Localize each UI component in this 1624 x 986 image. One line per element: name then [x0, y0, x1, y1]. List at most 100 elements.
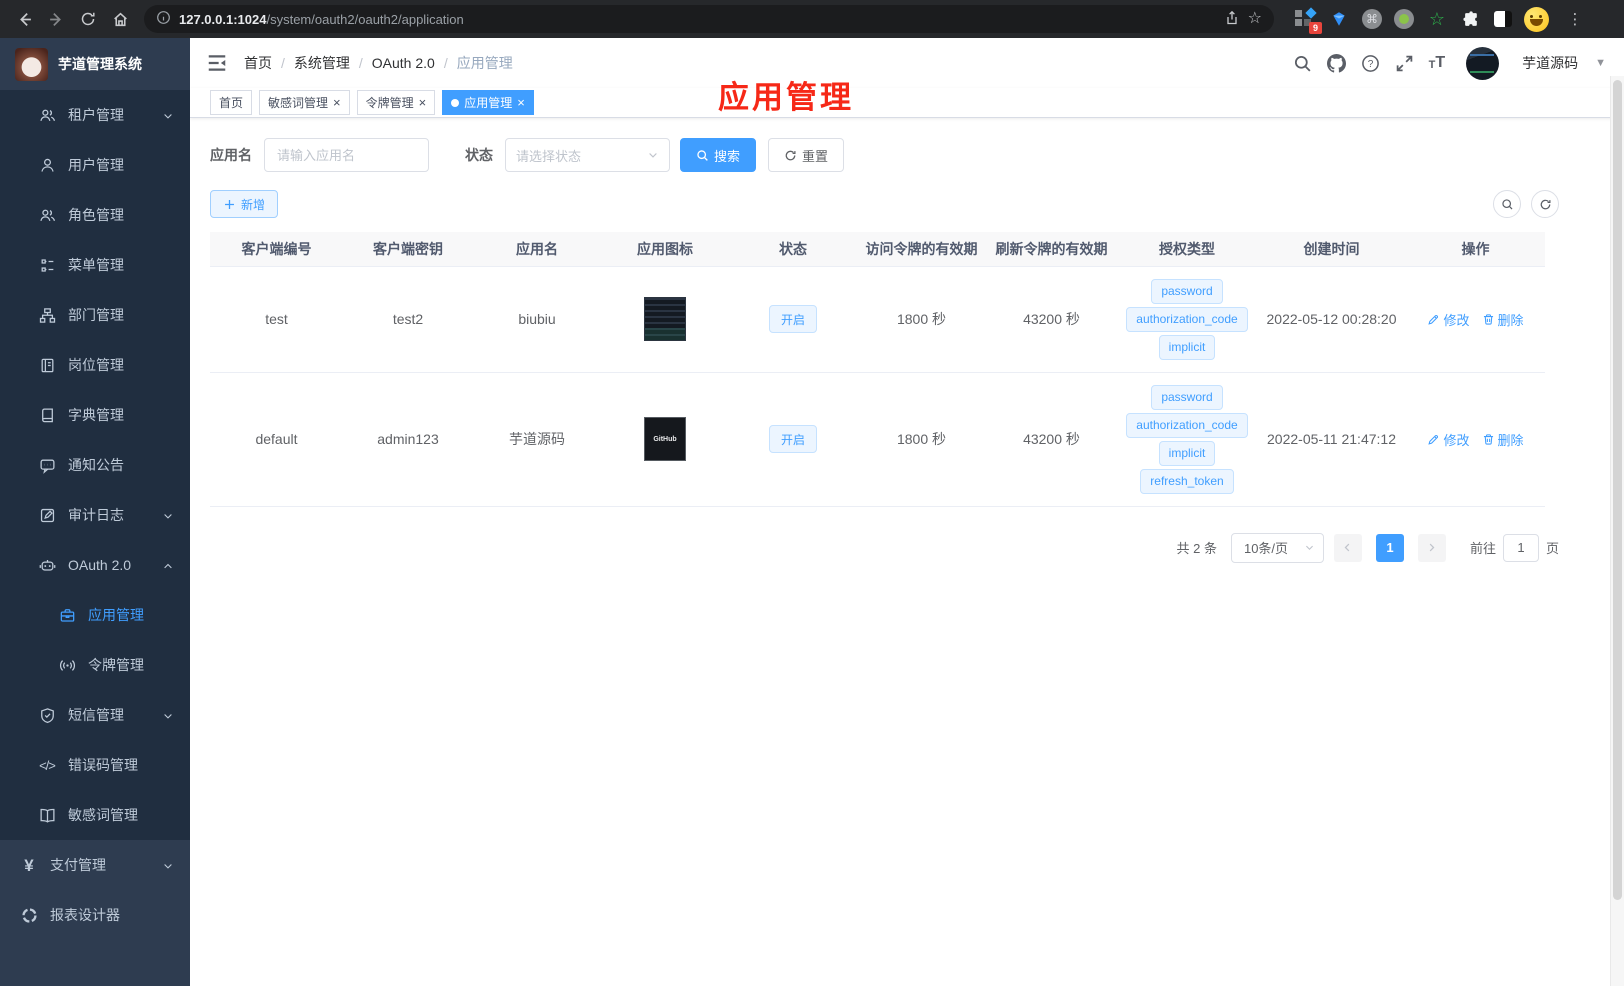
tab-application[interactable]: 应用管理 ×	[442, 90, 534, 115]
toggle-search-button[interactable]	[1493, 190, 1521, 218]
close-icon[interactable]: ×	[517, 96, 525, 109]
chevron-down-icon	[162, 709, 174, 721]
star-extension-icon[interactable]: ☆	[1426, 8, 1448, 30]
edit-link[interactable]: 修改	[1427, 430, 1470, 449]
site-info-icon[interactable]	[156, 10, 171, 28]
browser-reload-icon[interactable]	[74, 5, 102, 33]
tab-home[interactable]: 首页	[210, 90, 253, 115]
fullscreen-icon[interactable]	[1395, 54, 1414, 73]
bookmark-star-icon[interactable]: ☆	[1248, 11, 1262, 27]
side-panel-icon[interactable]	[1494, 11, 1512, 27]
browser-home-icon[interactable]	[106, 5, 134, 33]
sidebar-collapse-icon[interactable]	[206, 52, 228, 74]
close-icon[interactable]: ×	[333, 96, 341, 109]
record-extension-icon[interactable]	[1394, 9, 1414, 29]
app-name-input[interactable]	[264, 138, 429, 172]
grant-type-tags: password authorization_code implicit	[1117, 278, 1257, 360]
tab-sensitive-word[interactable]: 敏感词管理 ×	[259, 90, 350, 115]
breadcrumb-item[interactable]: 系统管理	[294, 53, 350, 73]
sidebar-item-menu[interactable]: 菜单管理	[0, 240, 190, 290]
sidebar-item-label: 支付管理	[50, 857, 106, 873]
refresh-icon	[1540, 199, 1550, 209]
next-page-button[interactable]	[1417, 533, 1446, 562]
user-name[interactable]: 芋道源码	[1522, 53, 1578, 73]
breadcrumb-item[interactable]: 首页	[244, 53, 272, 73]
sidebar-item-report-designer[interactable]: 报表设计器	[0, 890, 190, 940]
share-icon[interactable]	[1224, 10, 1240, 29]
search-button[interactable]: 搜索	[680, 138, 757, 172]
cell-actions: 修改 删除	[1406, 372, 1545, 507]
grant-type-tag: implicit	[1158, 440, 1216, 466]
sidebar-item-sensitive-word[interactable]: 敏感词管理	[0, 790, 190, 840]
scrollbar-thumb[interactable]	[1613, 80, 1622, 900]
breadcrumb: 首页 / 系统管理 / OAuth 2.0 / 应用管理	[244, 53, 513, 73]
sidebar-item-user[interactable]: 用户管理	[0, 140, 190, 190]
github-icon[interactable]	[1326, 53, 1346, 73]
sidebar-item-oauth2[interactable]: OAuth 2.0	[0, 540, 190, 590]
tab-token[interactable]: 令牌管理 ×	[356, 90, 436, 115]
grant-type-tags: password authorization_code implicit refres…	[1117, 384, 1257, 494]
command-extension-icon[interactable]: ⌘	[1362, 9, 1382, 29]
delete-link[interactable]: 删除	[1482, 310, 1524, 329]
status-select[interactable]: 请选择状态	[505, 138, 670, 172]
column-header: 授权类型	[1117, 232, 1257, 266]
edit-link[interactable]: 修改	[1427, 310, 1470, 329]
gem-extension-icon[interactable]	[1328, 8, 1350, 30]
table-row: test test2 biubiu 开启 1800 秒 43200 秒 password au…	[210, 265, 1545, 373]
goto-page-input[interactable]	[1502, 533, 1539, 562]
sidebar-item-notice[interactable]: 通知公告	[0, 440, 190, 490]
header-search-icon[interactable]	[1293, 54, 1312, 73]
reset-button[interactable]: 重置	[768, 138, 845, 172]
sidebar-item-post[interactable]: 岗位管理	[0, 340, 190, 390]
menu-kebab-icon[interactable]: ⋮	[1561, 5, 1589, 33]
refresh-table-button[interactable]	[1531, 190, 1559, 218]
id-book-icon	[38, 356, 56, 374]
close-icon[interactable]: ×	[419, 96, 427, 109]
address-bar[interactable]: 127.0.0.1:1024/system/oauth2/oauth2/appl…	[144, 5, 1274, 33]
font-size-icon[interactable]: TT	[1429, 55, 1446, 71]
cell-grant-types: password authorization_code implicit	[1117, 265, 1257, 373]
profile-avatar[interactable]	[1524, 6, 1549, 32]
user-avatar[interactable]	[1466, 46, 1500, 80]
table-toolbar: 新增	[210, 190, 1559, 218]
tab-label: 应用管理	[464, 96, 513, 110]
sidebar-item-sms[interactable]: 短信管理	[0, 690, 190, 740]
sidebar-item-oauth2-token[interactable]: 令牌管理	[0, 640, 190, 690]
sidebar-item-role[interactable]: 角色管理	[0, 190, 190, 240]
delete-link[interactable]: 删除	[1482, 430, 1524, 449]
sidebar-item-tenant[interactable]: 租户管理	[0, 90, 190, 140]
prev-page-button[interactable]	[1333, 533, 1362, 562]
column-header: 客户端编号	[210, 232, 343, 266]
sidebar-item-label: 部门管理	[68, 307, 124, 323]
sidebar-item-label: 用户管理	[68, 157, 124, 173]
sidebar-item-error-code[interactable]: </> 错误码管理	[0, 740, 190, 790]
cell-client-id: default	[210, 372, 343, 507]
add-button[interactable]: 新增	[210, 190, 279, 218]
sidebar-item-pay[interactable]: ¥ 支付管理	[0, 840, 190, 890]
user-caret-icon[interactable]: ▼	[1595, 57, 1606, 69]
page-size-select[interactable]: 10条/页	[1230, 532, 1324, 563]
sidebar-item-audit-log[interactable]: 审计日志	[0, 490, 190, 540]
breadcrumb-item[interactable]: OAuth 2.0	[372, 55, 435, 71]
open-book-icon	[38, 806, 56, 824]
pagination-total: 共 2 条	[1176, 541, 1217, 556]
extension-badged-icon[interactable]: 9	[1294, 7, 1322, 34]
grant-type-tag: authorization_code	[1126, 306, 1248, 332]
app-logo-bar[interactable]: 芋道管理系统	[0, 38, 190, 90]
grant-type-tag: implicit	[1158, 334, 1216, 360]
cell-access-ttl: 1800 秒	[857, 372, 986, 507]
sidebar-item-label: 令牌管理	[88, 657, 144, 673]
page-number-current[interactable]: 1	[1375, 533, 1404, 562]
breadcrumb-item: 应用管理	[456, 55, 513, 71]
page-scrollbar[interactable]	[1610, 76, 1624, 986]
menu-tree-icon	[38, 256, 56, 274]
extensions-puzzle-icon[interactable]	[1460, 8, 1482, 30]
sidebar-item-dict[interactable]: 字典管理	[0, 390, 190, 440]
top-navbar: 首页 / 系统管理 / OAuth 2.0 / 应用管理 ? TT 芋道源码 ▼	[190, 38, 1624, 88]
help-icon[interactable]: ?	[1361, 54, 1380, 73]
sidebar-item-dept[interactable]: 部门管理	[0, 290, 190, 340]
browser-forward-icon[interactable]	[42, 5, 70, 33]
sidebar-item-oauth2-application[interactable]: 应用管理	[0, 590, 190, 640]
browser-back-icon[interactable]	[10, 5, 38, 33]
column-header: 创建时间	[1257, 232, 1406, 266]
